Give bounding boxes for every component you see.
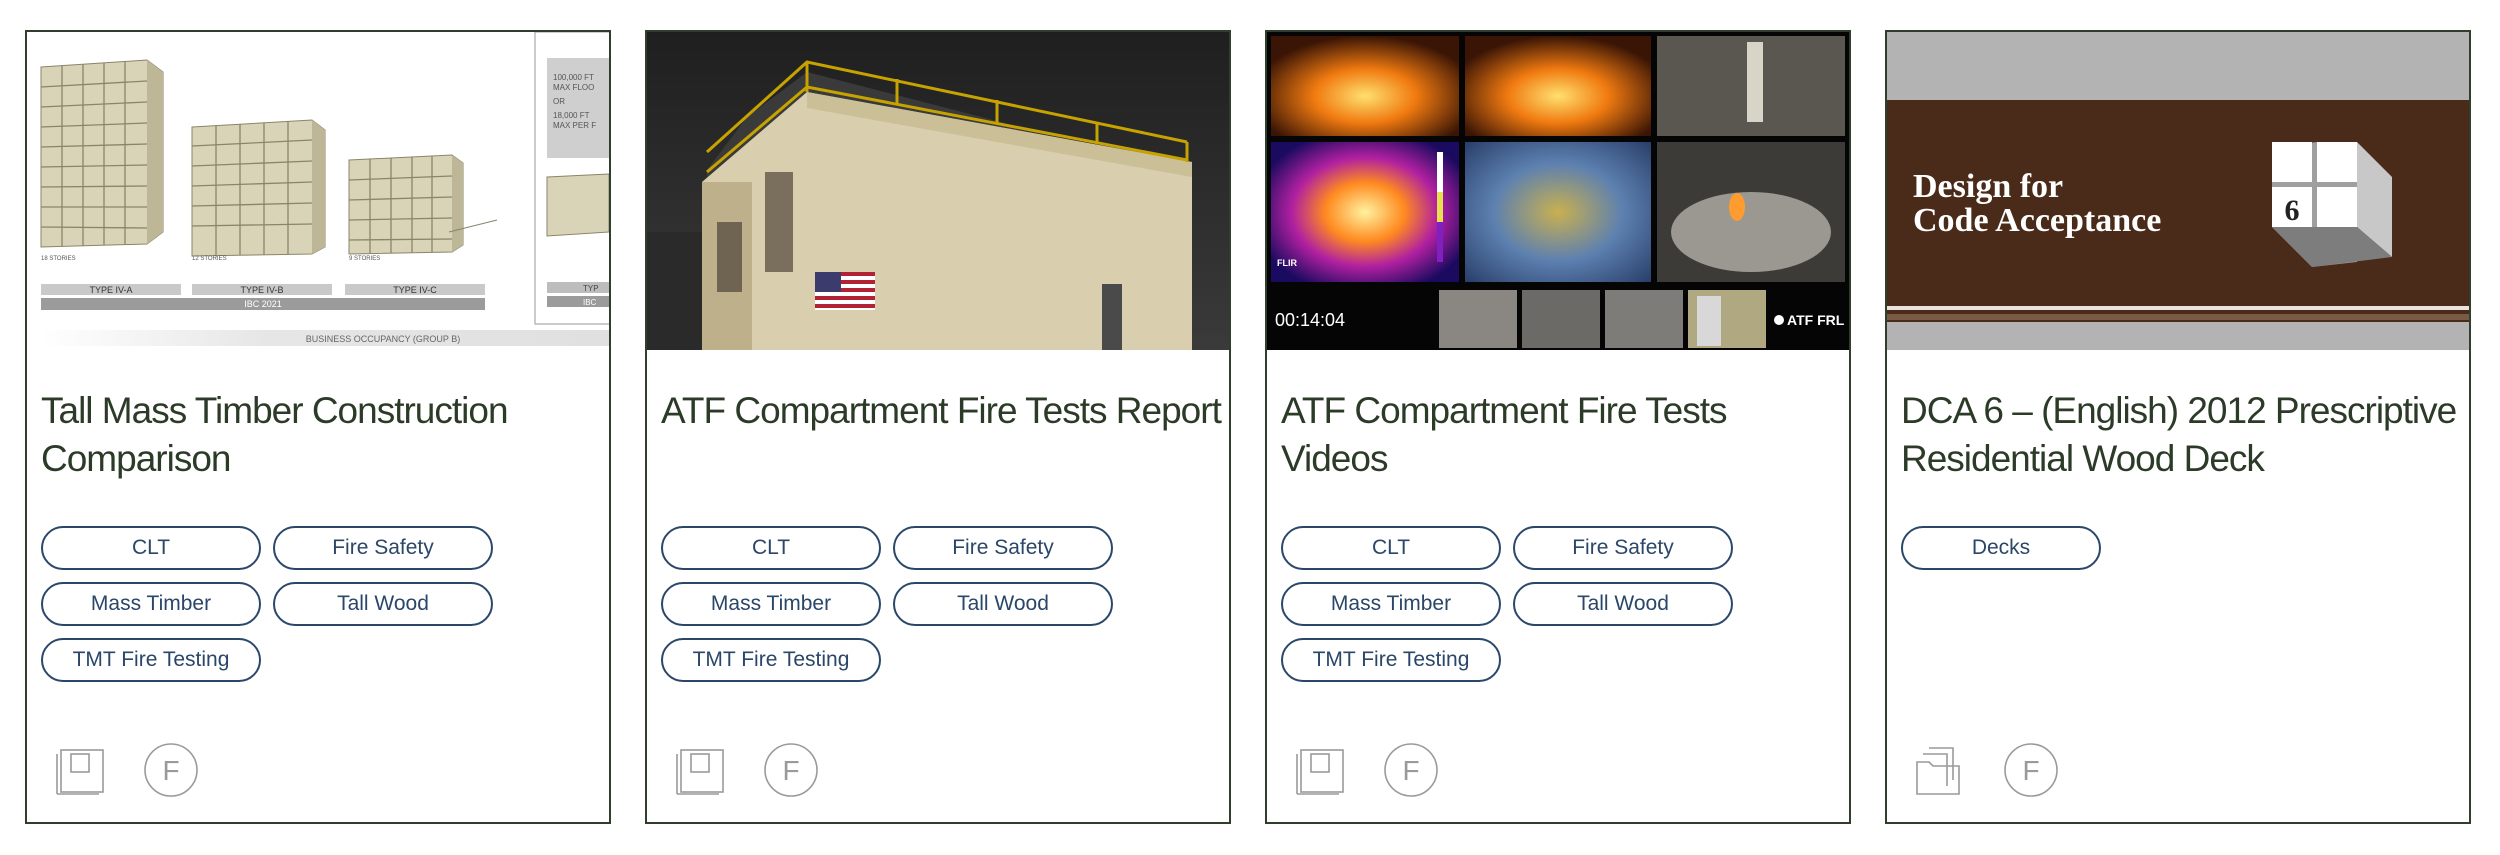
tag-decks[interactable]: Decks bbox=[1901, 526, 2101, 570]
tag-clt[interactable]: CLT bbox=[1281, 526, 1501, 570]
caption-18-stories: 18 STORIES bbox=[41, 256, 76, 262]
tag-fire-safety[interactable]: Fire Safety bbox=[893, 526, 1113, 570]
building-type-iv-a-illustration bbox=[40, 59, 164, 248]
panel-text-2: MAX FLOO bbox=[553, 83, 594, 92]
panel-text-4: 18,000 FT bbox=[553, 111, 590, 120]
type-iv-b-label: TYPE IV-B bbox=[240, 285, 283, 295]
tag-tmt-fire-testing[interactable]: TMT Fire Testing bbox=[41, 638, 261, 682]
panel-text-6: TYP bbox=[583, 284, 599, 293]
tag-mass-timber[interactable]: Mass Timber bbox=[1281, 582, 1501, 626]
document-icon[interactable] bbox=[1295, 744, 1347, 796]
letter-f-icon[interactable]: F bbox=[2003, 742, 2059, 798]
letter-f-text: F bbox=[1402, 755, 1419, 786]
tag-clt[interactable]: CLT bbox=[41, 526, 261, 570]
panel-text-5: MAX PER F bbox=[553, 121, 596, 130]
tag-mass-timber[interactable]: Mass Timber bbox=[41, 582, 261, 626]
building-type-iv-b-illustration bbox=[191, 119, 326, 257]
letter-f-icon[interactable]: F bbox=[763, 742, 819, 798]
panel-text-1: 100,000 FT bbox=[553, 73, 594, 82]
type-iv-c-label: TYPE IV-C bbox=[393, 285, 437, 295]
ibc-2021-label: IBC 2021 bbox=[244, 299, 282, 309]
card-title[interactable]: DCA 6 – (English) 2012 Prescriptive Resi… bbox=[1901, 387, 2461, 483]
letter-f-text: F bbox=[782, 755, 799, 786]
resource-grid: 100,000 FT MAX FLOO OR 18,000 FT MAX PER… bbox=[0, 0, 2500, 855]
tag-mass-timber[interactable]: Mass Timber bbox=[661, 582, 881, 626]
flir-label: FLIR bbox=[1277, 258, 1297, 268]
tag-fire-safety[interactable]: Fire Safety bbox=[1513, 526, 1733, 570]
thumbnail-atf-videos[interactable]: 00:14:04 FLIR ATF FRL bbox=[1267, 32, 1849, 350]
cover-number: 6 bbox=[2285, 194, 2300, 227]
letter-f-icon[interactable]: F bbox=[143, 742, 199, 798]
cover-line-2: Code Acceptance bbox=[1913, 202, 2161, 239]
card-title[interactable]: ATF Compartment Fire Tests Videos bbox=[1281, 387, 1841, 483]
type-iv-a-label: TYPE IV-A bbox=[89, 285, 132, 295]
stacked-documents-icon[interactable] bbox=[1915, 744, 1967, 796]
resource-card-atf-report[interactable]: ATF Compartment Fire Tests Report CLT Fi… bbox=[645, 30, 1231, 824]
letter-f-icon[interactable]: F bbox=[1383, 742, 1439, 798]
resource-card-atf-videos[interactable]: 00:14:04 FLIR ATF FRL ATF Compartment Fi… bbox=[1265, 30, 1851, 824]
card-title[interactable]: Tall Mass Timber Construction Comparison bbox=[41, 387, 601, 483]
tag-fire-safety[interactable]: Fire Safety bbox=[273, 526, 493, 570]
caption-12-stories: 12 STORIES bbox=[192, 256, 227, 262]
thumbnail-dca6-cover[interactable]: Design for Code Acceptance 6 bbox=[1887, 32, 2469, 350]
tag-tall-wood[interactable]: Tall Wood bbox=[1513, 582, 1733, 626]
tag-clt[interactable]: CLT bbox=[661, 526, 881, 570]
thumbnail-tall-mass-timber[interactable]: 100,000 FT MAX FLOO OR 18,000 FT MAX PER… bbox=[27, 32, 609, 350]
caption-9-stories: 9 STORIES bbox=[349, 256, 380, 262]
building-type-iv-c-illustration bbox=[348, 154, 464, 255]
resource-card-tall-mass-timber[interactable]: 100,000 FT MAX FLOO OR 18,000 FT MAX PER… bbox=[25, 30, 611, 824]
card-title[interactable]: ATF Compartment Fire Tests Report bbox=[661, 387, 1222, 435]
letter-f-text: F bbox=[162, 755, 179, 786]
atf-frl-logo: ATF FRL bbox=[1787, 312, 1845, 328]
tag-tall-wood[interactable]: Tall Wood bbox=[893, 582, 1113, 626]
tag-tall-wood[interactable]: Tall Wood bbox=[273, 582, 493, 626]
panel-text-3: OR bbox=[553, 97, 565, 106]
resource-card-dca6[interactable]: Design for Code Acceptance 6 DCA 6 – (En… bbox=[1885, 30, 2471, 824]
thumbnail-atf-report[interactable] bbox=[647, 32, 1229, 350]
business-occupancy-label: BUSINESS OCCUPANCY (GROUP B) bbox=[306, 334, 461, 344]
tag-tmt-fire-testing[interactable]: TMT Fire Testing bbox=[661, 638, 881, 682]
cover-line-1: Design for bbox=[1913, 168, 2063, 205]
letter-f-text: F bbox=[2022, 755, 2039, 786]
document-icon[interactable] bbox=[55, 744, 107, 796]
video-timestamp: 00:14:04 bbox=[1275, 310, 1345, 330]
tag-tmt-fire-testing[interactable]: TMT Fire Testing bbox=[1281, 638, 1501, 682]
panel-text-7: IBC bbox=[583, 298, 597, 307]
document-icon[interactable] bbox=[675, 744, 727, 796]
us-flag-icon bbox=[815, 272, 875, 310]
